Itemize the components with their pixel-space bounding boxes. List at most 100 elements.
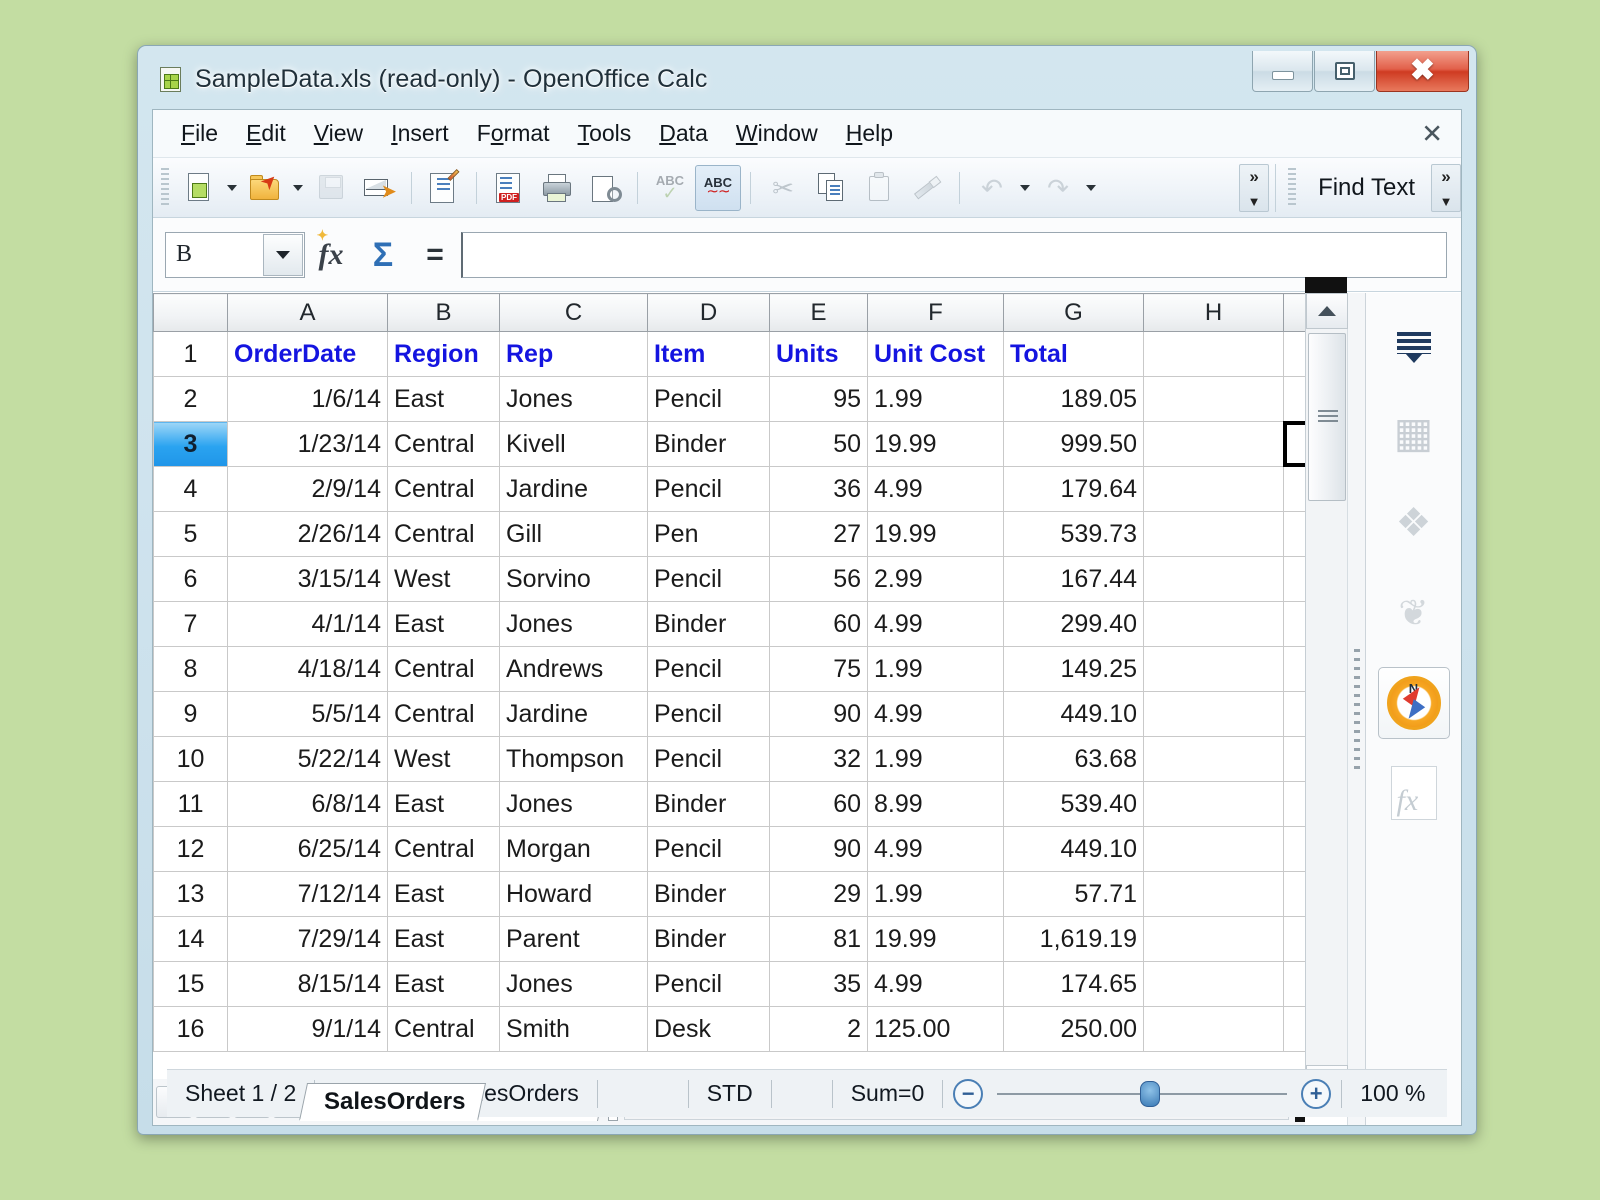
row-header-1[interactable]: 1 — [154, 332, 228, 377]
cell-G3[interactable]: 999.50 — [1004, 422, 1144, 467]
zoom-slider[interactable] — [997, 1079, 1287, 1109]
cell-F14[interactable]: 19.99 — [868, 917, 1004, 962]
cell-D7[interactable]: Binder — [648, 602, 770, 647]
cell-E12[interactable]: 90 — [770, 827, 868, 872]
cell-E10[interactable]: 32 — [770, 737, 868, 782]
row-header-13[interactable]: 13 — [154, 872, 228, 917]
sidebar-settings-button[interactable] — [1378, 307, 1450, 379]
cell-B11[interactable]: East — [388, 782, 500, 827]
cell-F3[interactable]: 19.99 — [868, 422, 1004, 467]
cell-B3[interactable]: Central — [388, 422, 500, 467]
row-header-2[interactable]: 2 — [154, 377, 228, 422]
cell-A1[interactable]: OrderDate — [228, 332, 388, 377]
new-document-dropdown[interactable] — [223, 165, 241, 211]
cell-A10[interactable]: 5/22/14 — [228, 737, 388, 782]
cell-B5[interactable]: Central — [388, 512, 500, 557]
cell-D6[interactable]: Pencil — [648, 557, 770, 602]
cell-A2[interactable]: 1/6/14 — [228, 377, 388, 422]
cell-A7[interactable]: 4/1/14 — [228, 602, 388, 647]
cell-F9[interactable]: 4.99 — [868, 692, 1004, 737]
cell-D3[interactable]: Binder — [648, 422, 770, 467]
cell-E13[interactable]: 29 — [770, 872, 868, 917]
cell-A14[interactable]: 7/29/14 — [228, 917, 388, 962]
status-selection-mode[interactable]: STD — [689, 1080, 771, 1107]
menu-data[interactable]: Data — [645, 118, 722, 149]
cell-D4[interactable]: Pencil — [648, 467, 770, 512]
cell-F16[interactable]: 125.00 — [868, 1007, 1004, 1052]
cell-G10[interactable]: 63.68 — [1004, 737, 1144, 782]
cell-H13[interactable] — [1144, 872, 1284, 917]
column-header-f[interactable]: F — [868, 294, 1004, 332]
cell-H9[interactable] — [1144, 692, 1284, 737]
cell-G13[interactable]: 57.71 — [1004, 872, 1144, 917]
cell-D12[interactable]: Pencil — [648, 827, 770, 872]
cell-E1[interactable]: Units — [770, 332, 868, 377]
cell-B14[interactable]: East — [388, 917, 500, 962]
cell-C13[interactable]: Howard — [500, 872, 648, 917]
cell-C4[interactable]: Jardine — [500, 467, 648, 512]
sidebar-navigator-button[interactable]: N — [1378, 667, 1450, 739]
cell-E2[interactable]: 95 — [770, 377, 868, 422]
menu-view[interactable]: View — [300, 118, 377, 149]
row-header-3[interactable]: 3 — [154, 422, 228, 467]
cell-D8[interactable]: Pencil — [648, 647, 770, 692]
cell-H1[interactable] — [1144, 332, 1284, 377]
menu-insert[interactable]: Insert — [377, 118, 463, 149]
row-header-16[interactable]: 16 — [154, 1007, 228, 1052]
cell-F6[interactable]: 2.99 — [868, 557, 1004, 602]
cell-C6[interactable]: Sorvino — [500, 557, 648, 602]
cell-H4[interactable] — [1144, 467, 1284, 512]
cell-G9[interactable]: 449.10 — [1004, 692, 1144, 737]
cell-E4[interactable]: 36 — [770, 467, 868, 512]
redo-dropdown[interactable] — [1082, 165, 1100, 211]
cut-button[interactable]: ✂ — [760, 165, 806, 211]
cell-D14[interactable]: Binder — [648, 917, 770, 962]
cell-H3[interactable] — [1144, 422, 1284, 467]
cell-F5[interactable]: 19.99 — [868, 512, 1004, 557]
cell-B2[interactable]: East — [388, 377, 500, 422]
cell-G15[interactable]: 174.65 — [1004, 962, 1144, 1007]
menu-edit[interactable]: Edit — [232, 118, 300, 149]
cell-G5[interactable]: 539.73 — [1004, 512, 1144, 557]
export-pdf-button[interactable]: PDF — [486, 165, 532, 211]
cell-A12[interactable]: 6/25/14 — [228, 827, 388, 872]
cell-H15[interactable] — [1144, 962, 1284, 1007]
clone-formatting-button[interactable] — [904, 165, 950, 211]
row-header-8[interactable]: 8 — [154, 647, 228, 692]
row-header-12[interactable]: 12 — [154, 827, 228, 872]
cell-E5[interactable]: 27 — [770, 512, 868, 557]
cell-C3[interactable]: Kivell — [500, 422, 648, 467]
cell-C1[interactable]: Rep — [500, 332, 648, 377]
cell-A16[interactable]: 9/1/14 — [228, 1007, 388, 1052]
cell-H6[interactable] — [1144, 557, 1284, 602]
find-overflow-button[interactable]: » ▼ — [1431, 164, 1461, 212]
zoom-in-button[interactable]: + — [1301, 1079, 1331, 1109]
cell-H12[interactable] — [1144, 827, 1284, 872]
cell-D9[interactable]: Pencil — [648, 692, 770, 737]
sheet-tab-salesorders[interactable]: SalesOrders — [299, 1083, 486, 1121]
row-header-14[interactable]: 14 — [154, 917, 228, 962]
sidebar-properties-button[interactable]: ▦ — [1378, 397, 1450, 469]
cell-B10[interactable]: West — [388, 737, 500, 782]
column-header-a[interactable]: A — [228, 294, 388, 332]
cell-B13[interactable]: East — [388, 872, 500, 917]
cell-H2[interactable] — [1144, 377, 1284, 422]
cell-A15[interactable]: 8/15/14 — [228, 962, 388, 1007]
column-header-h[interactable]: H — [1144, 294, 1284, 332]
cell-E9[interactable]: 90 — [770, 692, 868, 737]
paste-button[interactable] — [856, 165, 902, 211]
sidebar-animation-button[interactable]: ❦ — [1378, 577, 1450, 649]
cell-D15[interactable]: Pencil — [648, 962, 770, 1007]
cell-E14[interactable]: 81 — [770, 917, 868, 962]
cell-H14[interactable] — [1144, 917, 1284, 962]
menu-help[interactable]: Help — [832, 118, 907, 149]
row-header-7[interactable]: 7 — [154, 602, 228, 647]
new-document-button[interactable] — [176, 165, 222, 211]
cell-G1[interactable]: Total — [1004, 332, 1144, 377]
row-header-5[interactable]: 5 — [154, 512, 228, 557]
cell-A11[interactable]: 6/8/14 — [228, 782, 388, 827]
cell-C11[interactable]: Jones — [500, 782, 648, 827]
cell-H5[interactable] — [1144, 512, 1284, 557]
copy-button[interactable] — [808, 165, 854, 211]
cell-D13[interactable]: Binder — [648, 872, 770, 917]
